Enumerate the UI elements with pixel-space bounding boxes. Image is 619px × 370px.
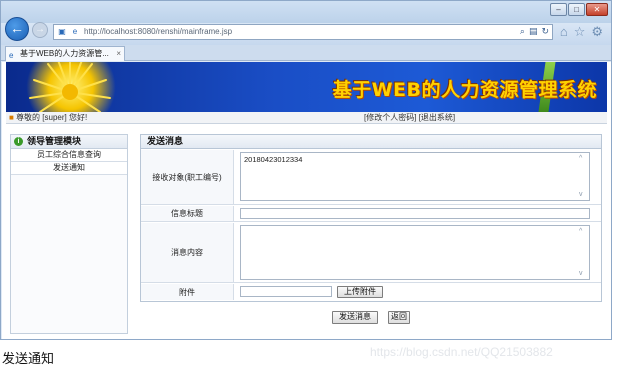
scroll-up-icon[interactable]: ^ bbox=[579, 155, 587, 162]
recipient-textarea[interactable]: 20180423012334 ^ v bbox=[240, 152, 590, 201]
content-textarea[interactable]: ^ v bbox=[240, 225, 590, 280]
scroll-down-icon[interactable]: v bbox=[579, 191, 587, 198]
attachment-row: 附件 上传附件 bbox=[141, 284, 601, 300]
home-icon[interactable]: ⌂ bbox=[560, 24, 568, 40]
forward-button[interactable]: → bbox=[32, 22, 48, 38]
browser-tools: ⌂ ☆ ⚙ bbox=[560, 24, 603, 40]
send-message-button[interactable]: 发送消息 bbox=[332, 311, 378, 324]
recipient-value: 20180423012334 bbox=[244, 155, 303, 164]
content-scrollbar[interactable]: ^ v bbox=[579, 228, 587, 277]
user-bar: ■ 尊敬的 [super] 您好! [修改个人密码] [退出系统] bbox=[6, 112, 607, 124]
address-text[interactable]: http://localhost:8080/renshi/mainframe.j… bbox=[84, 27, 232, 36]
search-icon[interactable]: ⌕ bbox=[520, 26, 525, 37]
figure-caption: 发送通知 bbox=[2, 352, 55, 367]
page-icon: ▣ bbox=[58, 27, 66, 36]
tab-close-icon[interactable]: × bbox=[116, 47, 121, 60]
user-greeting: ■ 尊敬的 [super] 您好! bbox=[9, 112, 87, 124]
send-message-panel: 发送消息 接收对象(职工编号) 20180423012334 ^ v 信息标题 消… bbox=[140, 134, 602, 302]
maximize-button[interactable]: □ bbox=[568, 3, 585, 16]
subject-label: 信息标题 bbox=[141, 206, 234, 221]
minimize-button[interactable]: – bbox=[550, 3, 567, 16]
title-bar: – □ ✕ bbox=[1, 1, 611, 23]
address-tools: ⌕ ▤ ↻ bbox=[520, 26, 549, 37]
sidebar-title: 领导管理模块 bbox=[27, 136, 82, 146]
navigation-bar: ← → ▣ e http://localhost:8080/renshi/mai… bbox=[1, 17, 611, 45]
browser-window: – □ ✕ ← → ▣ e http://localhost:8080/rens… bbox=[0, 0, 612, 340]
address-bar[interactable]: ▣ e http://localhost:8080/renshi/mainfra… bbox=[53, 24, 553, 40]
sidebar: i 领导管理模块 员工综合信息查询 发送通知 bbox=[10, 134, 128, 334]
ie-icon: e bbox=[72, 27, 78, 36]
main-area: i 领导管理模块 员工综合信息查询 发送通知 发送消息 接收对象(职工编号) 2… bbox=[6, 124, 607, 339]
tab-favicon-icon: e bbox=[9, 51, 14, 60]
browser-tab[interactable]: e 基于WEB的人力资源管... × bbox=[5, 46, 125, 61]
back-button-form[interactable]: 返回 bbox=[388, 311, 410, 324]
recipient-scrollbar[interactable]: ^ v bbox=[579, 155, 587, 198]
system-title: 基于WEB的人力资源管理系统 bbox=[332, 79, 597, 101]
watermark-text: https://blog.csdn.net/QQ21503882 bbox=[370, 345, 553, 359]
sidebar-item-employee-query[interactable]: 员工综合信息查询 bbox=[11, 149, 127, 162]
window-controls: – □ ✕ bbox=[550, 3, 608, 16]
scroll-down-icon[interactable]: v bbox=[579, 270, 587, 277]
module-icon: i bbox=[14, 137, 23, 146]
back-button[interactable]: ← bbox=[5, 17, 29, 41]
subject-row: 信息标题 bbox=[141, 206, 601, 222]
panel-title: 发送消息 bbox=[141, 135, 601, 149]
recipient-row: 接收对象(职工编号) 20180423012334 ^ v bbox=[141, 150, 601, 205]
favorites-star-icon[interactable]: ☆ bbox=[574, 24, 586, 40]
user-links: [修改个人密码] [退出系统] bbox=[364, 112, 455, 124]
refresh-icon[interactable]: ↻ bbox=[541, 26, 549, 37]
dandelion-icon bbox=[29, 62, 111, 112]
page-viewport: 基于WEB的人力资源管理系统 ■ 尊敬的 [super] 您好! [修改个人密码… bbox=[2, 62, 611, 339]
change-password-link[interactable]: [修改个人密码] bbox=[364, 113, 416, 122]
sidebar-header[interactable]: i 领导管理模块 bbox=[11, 135, 127, 149]
tab-strip: e 基于WEB的人力资源管... × bbox=[1, 45, 611, 61]
content-label: 消息内容 bbox=[141, 223, 234, 282]
attachment-label: 附件 bbox=[141, 284, 234, 300]
settings-gear-icon[interactable]: ⚙ bbox=[591, 24, 603, 40]
attachment-path-input[interactable] bbox=[240, 286, 332, 297]
scroll-up-icon[interactable]: ^ bbox=[579, 228, 587, 235]
bullet-icon: ■ bbox=[9, 113, 17, 122]
tab-title: 基于WEB的人力资源管... bbox=[20, 49, 109, 58]
sidebar-item-send-notice[interactable]: 发送通知 bbox=[11, 162, 127, 175]
greeting-text: 尊敬的 [super] 您好! bbox=[16, 113, 88, 122]
close-window-button[interactable]: ✕ bbox=[586, 3, 608, 16]
upload-attachment-button[interactable]: 上传附件 bbox=[337, 286, 383, 298]
compat-icon[interactable]: ▤ bbox=[529, 26, 538, 37]
subject-input[interactable] bbox=[240, 208, 590, 219]
recipient-label: 接收对象(职工编号) bbox=[141, 150, 234, 204]
content-row: 消息内容 ^ v bbox=[141, 223, 601, 283]
logout-link[interactable]: [退出系统] bbox=[419, 113, 455, 122]
header-banner: 基于WEB的人力资源管理系统 bbox=[6, 62, 607, 112]
